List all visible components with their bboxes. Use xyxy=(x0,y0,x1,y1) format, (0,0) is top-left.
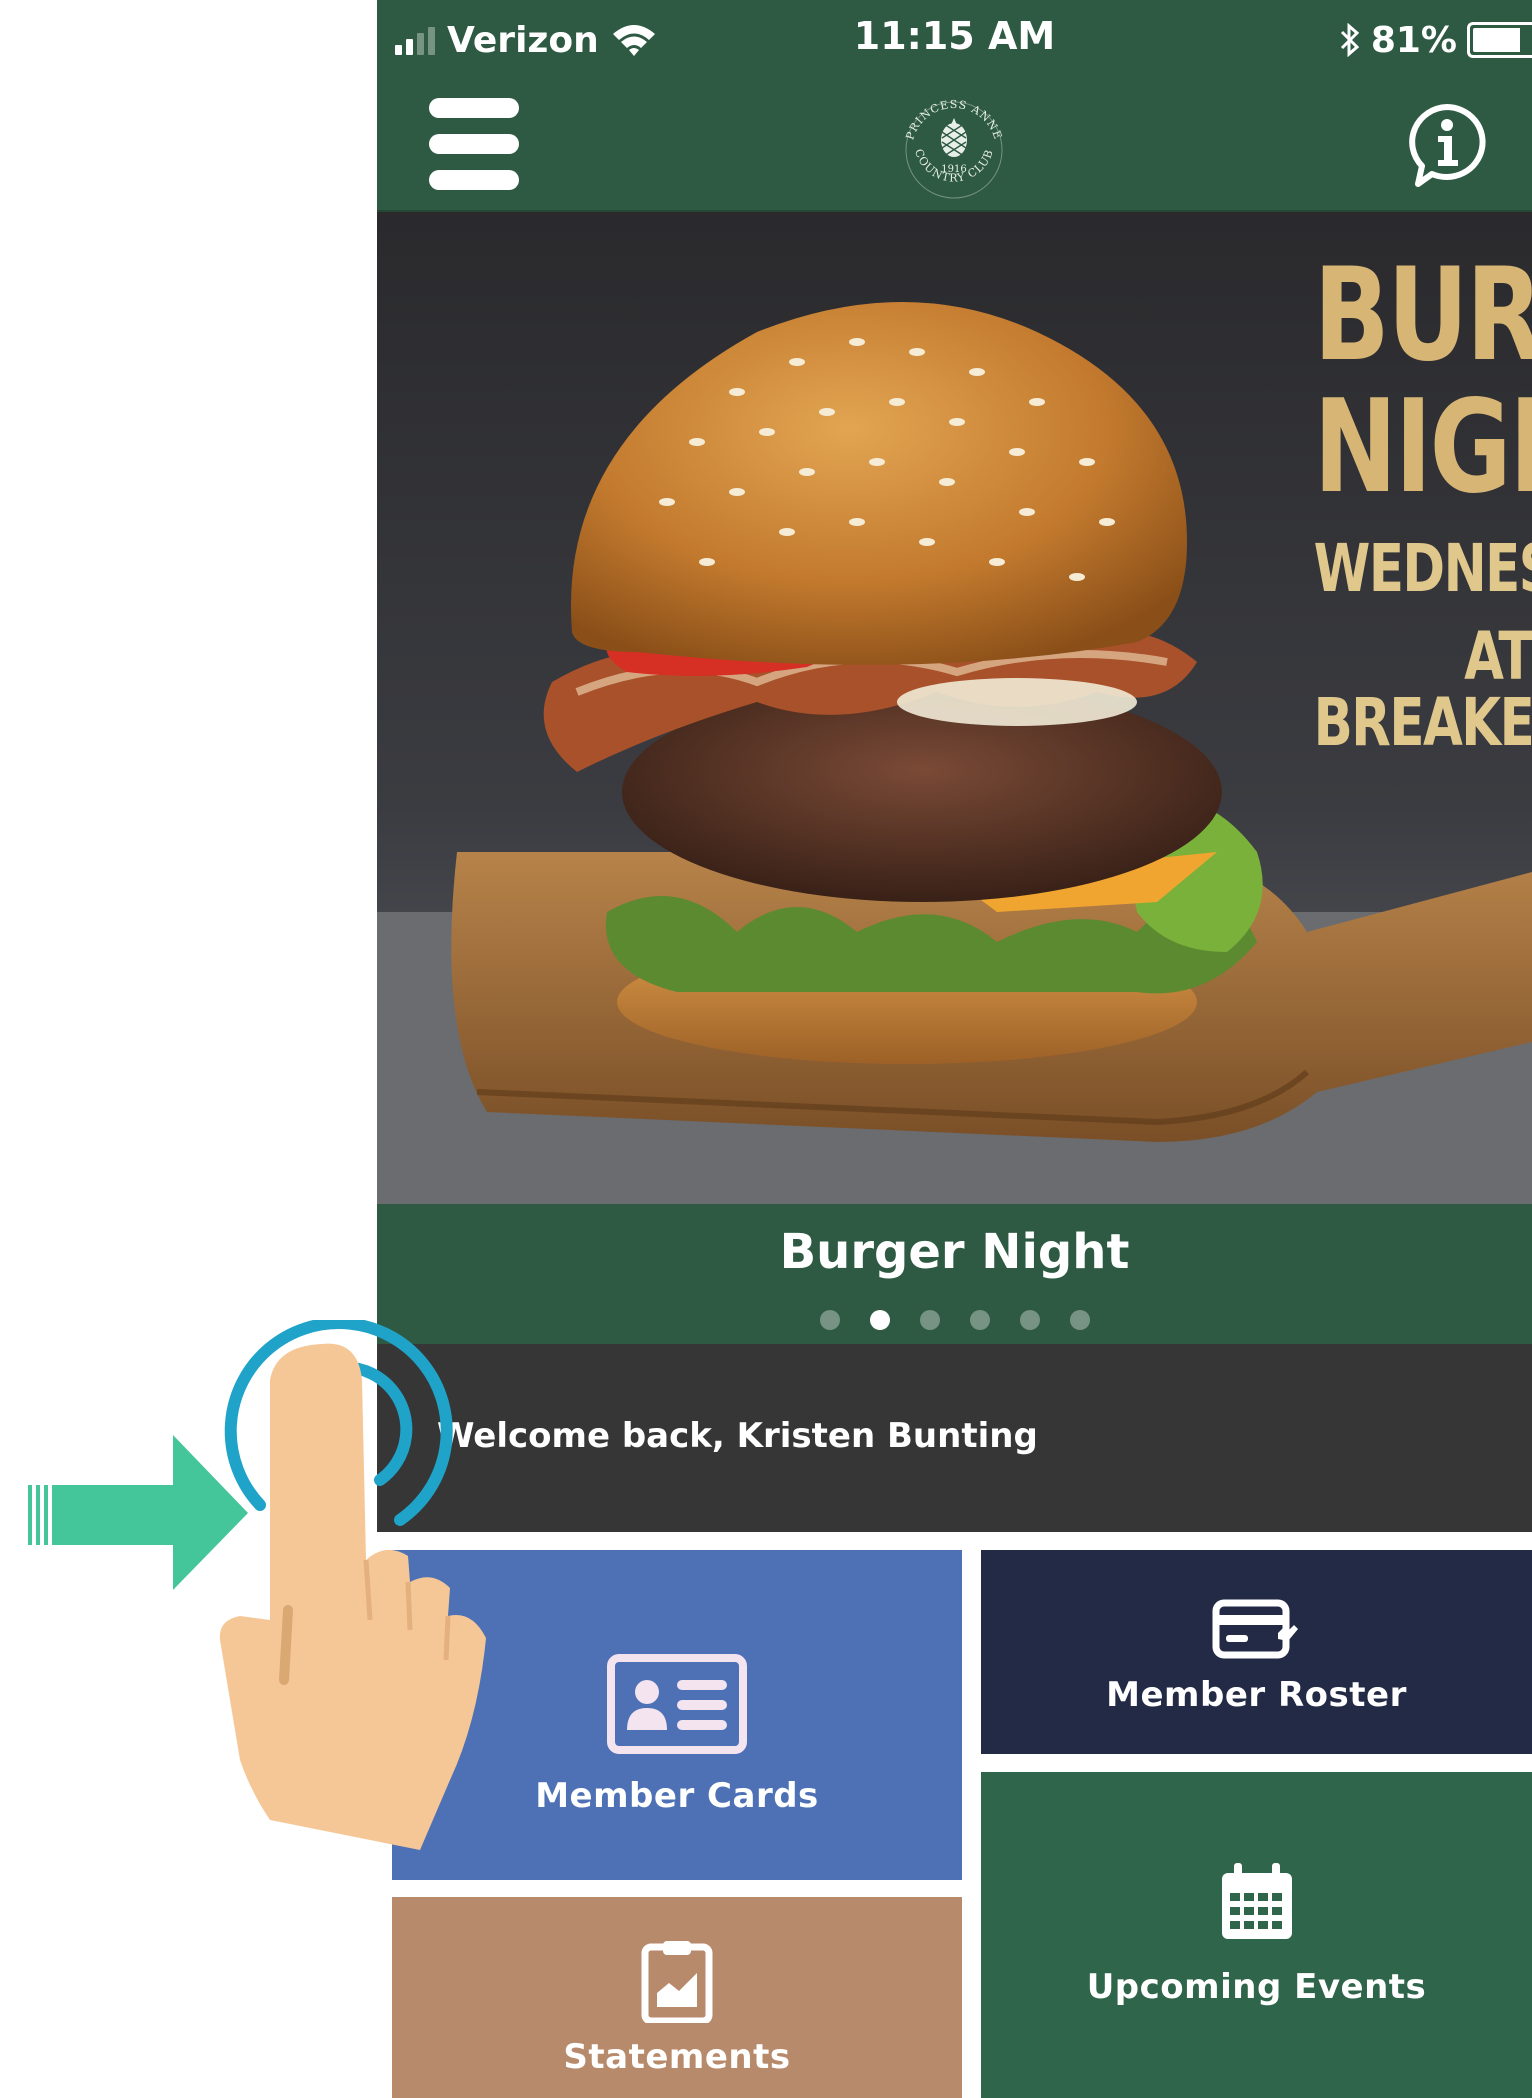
statements-tile[interactable]: Statements xyxy=(392,1897,962,2098)
carousel-dot[interactable] xyxy=(1019,1310,1040,1330)
id-card-icon xyxy=(607,1654,747,1754)
nav-bar: PRINCESS ANNE COUNTRY CLUB 1916 xyxy=(377,80,1532,212)
welcome-bar: Welcome back, Kristen Bunting xyxy=(377,1344,1532,1532)
carousel-dot[interactable] xyxy=(919,1310,940,1330)
carousel-dot[interactable] xyxy=(1069,1310,1090,1330)
carousel-dot[interactable] xyxy=(969,1310,990,1330)
member-roster-label: Member Roster xyxy=(1106,1675,1407,1715)
calendar-icon xyxy=(1221,1863,1292,1939)
tapping-hand-icon xyxy=(219,1320,487,1850)
member-cards-label: Member Cards xyxy=(535,1776,819,1816)
info-bubble-icon[interactable] xyxy=(1404,102,1490,188)
banner-caption: Burger Night xyxy=(377,1204,1532,1344)
carousel-dot[interactable] xyxy=(819,1310,840,1330)
carousel-dots xyxy=(377,1310,1532,1330)
upcoming-events-tile[interactable]: Upcoming Events xyxy=(981,1772,1532,2098)
promo-title-line1: BURGER xyxy=(1313,241,1532,390)
promo-subtitle-line1: WEDNESDAYS xyxy=(1313,530,1532,607)
carousel-dot-active[interactable] xyxy=(869,1310,890,1330)
roster-card-icon xyxy=(1212,1599,1298,1659)
statements-label: Statements xyxy=(563,2036,791,2077)
clipboard-chart-icon xyxy=(641,1940,713,2023)
logo-year: 1916 xyxy=(941,164,966,175)
welcome-message: Welcome back, Kristen Bunting xyxy=(437,1416,1038,1456)
upcoming-events-label: Upcoming Events xyxy=(1086,1967,1427,2007)
banner-title: Burger Night xyxy=(779,1224,1130,1280)
status-bar: Verizon 11:15 AM 81% xyxy=(377,0,1532,80)
promo-title-line2: NIGHT xyxy=(1313,373,1532,522)
member-roster-tile[interactable]: Member Roster xyxy=(981,1550,1532,1754)
promo-banner[interactable]: BURGER NIGHT WEDNESDAYS AT BREAKERS xyxy=(377,212,1532,1204)
club-logo: PRINCESS ANNE COUNTRY CLUB 1916 xyxy=(903,98,1004,199)
promo-subtitle-line2: AT BREAKERS xyxy=(1313,618,1532,761)
battery-icon xyxy=(1467,22,1532,58)
promo-text: BURGER NIGHT WEDNESDAYS AT BREAKERS xyxy=(1314,252,1532,756)
hamburger-menu-icon[interactable] xyxy=(429,98,519,190)
app-screen: Verizon 11:15 AM 81% PRINCESS ANNE COUNT… xyxy=(377,0,1532,2098)
status-right: 81% xyxy=(1339,14,1532,66)
bluetooth-icon xyxy=(1340,23,1360,57)
battery-percent: 81% xyxy=(1370,19,1457,61)
